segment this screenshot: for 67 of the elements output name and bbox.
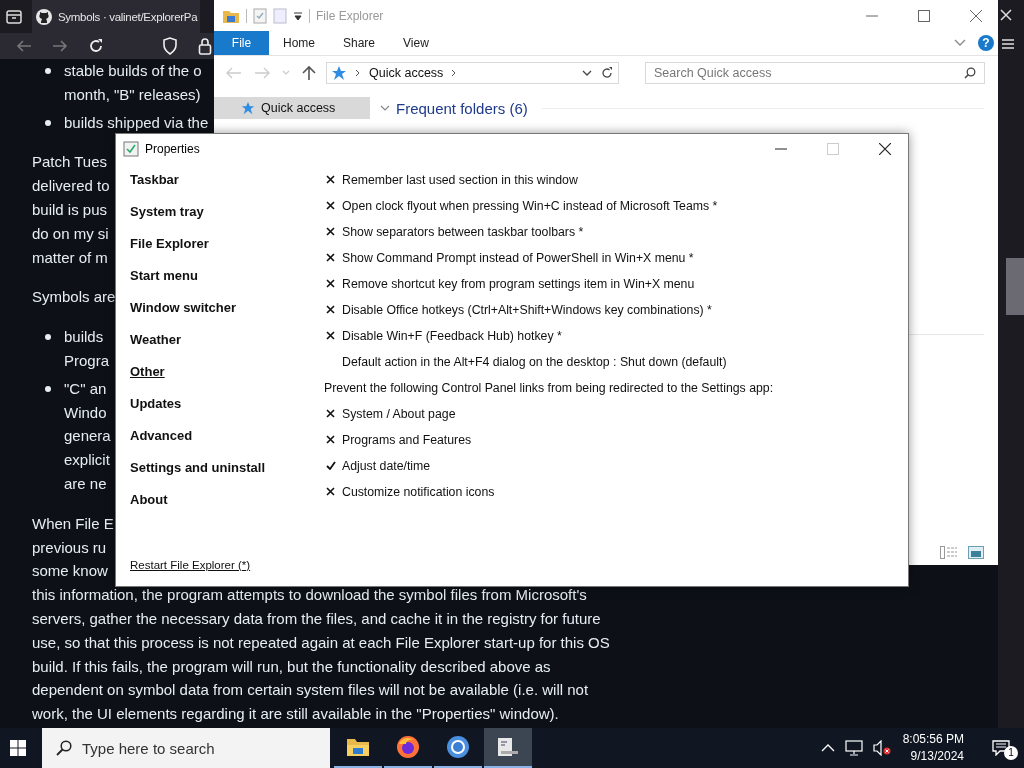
group-heading: Prevent the following Control Panel links from being redirected to the Settings app: (324, 381, 774, 395)
notification-badge: 1 (1004, 746, 1018, 760)
article-text: Patch Tues (32, 152, 108, 173)
window-title: Properties (145, 142, 200, 156)
option-label[interactable]: Remember last used section in this window (342, 173, 578, 187)
article-text: build is pus (32, 200, 108, 220)
article-text: explicit (64, 450, 110, 471)
option-label[interactable]: System / About page (342, 407, 456, 421)
article-text: builds (64, 327, 104, 348)
option-label[interactable]: Show Command Prompt instead of PowerShell in Win+X menu * (342, 251, 694, 265)
address-bar[interactable]: Quick access (326, 62, 619, 84)
help-button[interactable]: ? (978, 35, 994, 51)
article-text: previous ru (32, 537, 107, 558)
article-text: Progra (64, 350, 110, 371)
article-text: some know (32, 561, 108, 582)
option-label[interactable]: Adjust date/time (342, 459, 431, 473)
section-link[interactable]: Taskbar (130, 169, 179, 201)
article-text: stable builds of the o (64, 61, 202, 81)
article-text: work, the UI elements regarding it are still available in the "Properties" window). (32, 704, 559, 725)
section-link[interactable]: Weather (130, 329, 182, 361)
section-link[interactable]: System tray (130, 201, 204, 233)
option-label[interactable]: Open clock flyout when pressing Win+C instead of Microsoft Teams * (342, 199, 718, 213)
ribbon-tab[interactable]: View (389, 31, 443, 55)
section-link[interactable]: About (130, 489, 168, 521)
article-text: month, "B" releases) (64, 84, 201, 105)
option-label[interactable]: Disable Win+F (Feedback Hub) hotkey * (342, 329, 562, 343)
article-text: do on my si (32, 223, 109, 244)
article-text: delivered to (32, 176, 110, 197)
article-text: genera (64, 426, 111, 447)
article-text: When File E (32, 513, 114, 534)
article-text: builds shipped via the (64, 112, 209, 133)
article-text: dependent on symbol data from certain system files will not be available (i.e. will not (32, 680, 589, 701)
article-text: use, so that this process is not repeated again at each File Explorer start-up for this OS (32, 632, 610, 653)
section-heading[interactable]: Frequent folders (6) (396, 99, 528, 117)
article-text: Symbols are (32, 287, 116, 308)
ribbon-tab[interactable]: Home (269, 31, 329, 55)
taskbar-search-field[interactable]: Type here to search (42, 728, 330, 768)
article-text: Windo (64, 402, 107, 423)
article-text: servers, gather the necessary data from the files, and cache it in the registry for future (32, 608, 601, 629)
browser-tab[interactable]: Symbols · valinet/ExplorerPa (32, 0, 201, 33)
option-label[interactable]: Programs and Features (342, 433, 472, 447)
file-menu-button[interactable]: File (214, 31, 269, 55)
window-title: File Explorer (316, 8, 384, 23)
option-label[interactable]: Customize notification icons (342, 485, 495, 499)
option-label[interactable]: Remove shortcut key from program settings item in Win+X menu (342, 277, 695, 291)
article-text: matter of m (32, 247, 108, 268)
section-link[interactable]: Start menu (130, 265, 198, 297)
clock-date[interactable]: 9/13/2024 (910, 748, 964, 765)
article-text: "C" an (64, 378, 107, 399)
section-link[interactable]: File Explorer (130, 233, 209, 265)
section-link[interactable]: Updates (130, 393, 182, 425)
restart-link[interactable]: Restart File Explorer (*) (130, 559, 251, 571)
article-text: this information, the program attempts to download the symbol files from Microsoft's (32, 585, 587, 606)
clock-time[interactable]: 8:05:56 PM (902, 731, 964, 748)
search-field[interactable]: Search Quick access (645, 62, 985, 84)
nav-item[interactable]: Quick access (214, 97, 370, 119)
section-link[interactable]: Window switcher (130, 297, 237, 329)
option-label[interactable]: Disable Office hotkeys (Ctrl+Alt+Shift+Windows key combinations) * (342, 303, 712, 317)
option-label[interactable]: Show separators between taskbar toolbars * (342, 225, 584, 239)
section-link[interactable]: Advanced (130, 425, 193, 457)
section-link[interactable]: Settings and uninstall (130, 457, 266, 489)
article-text: build. If this fails, the program will run, but the functionality described above as (32, 656, 551, 677)
ribbon-tab[interactable]: Share (329, 31, 390, 55)
section-link[interactable]: Other (130, 361, 165, 393)
option-label[interactable]: Default action in the Alt+F4 dialog on the desktop : Shut down (default) (342, 355, 727, 369)
address-path[interactable]: Quick access (369, 66, 444, 80)
article-text: are ne (64, 473, 107, 494)
